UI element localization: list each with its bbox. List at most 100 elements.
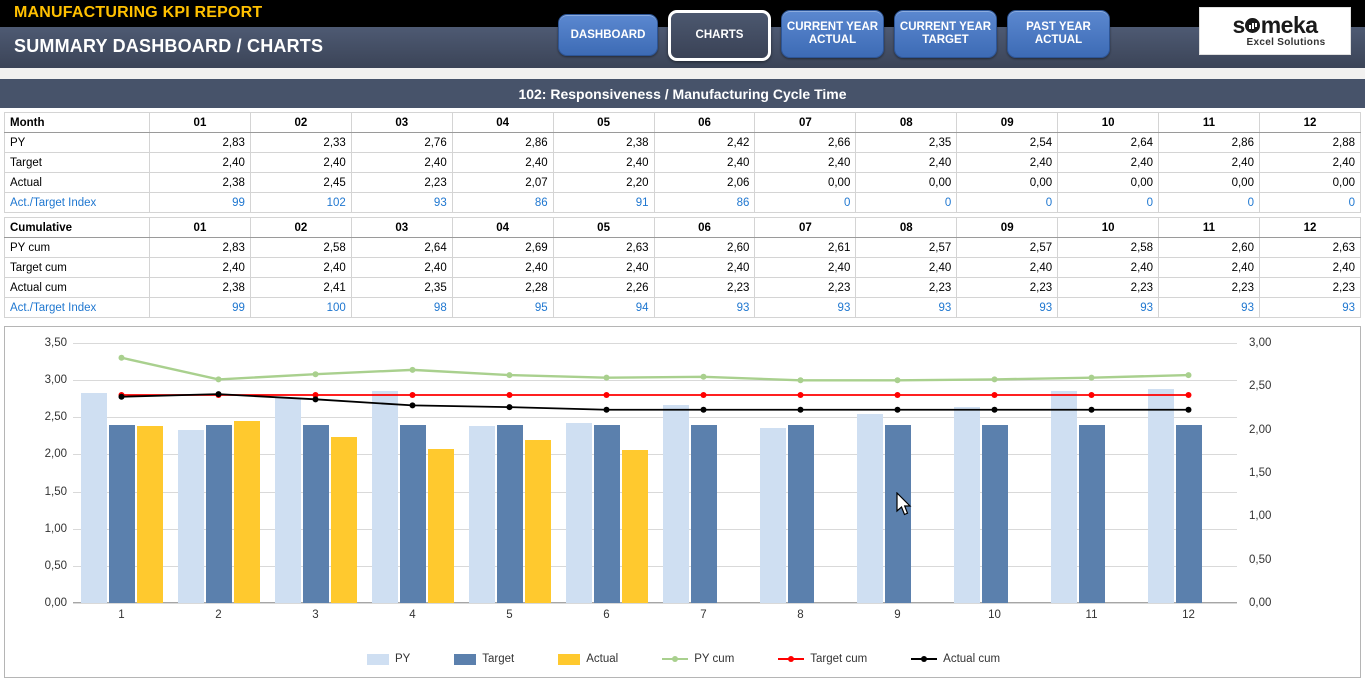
- x-tick-label-8: 8: [797, 609, 803, 621]
- logo-wordmark: smeka: [1232, 14, 1317, 36]
- table-cell: 2,26: [553, 278, 654, 298]
- table-cell: 2,83: [150, 133, 251, 153]
- header-spacer: [0, 68, 1365, 79]
- right-axis-tick: 0,50: [1241, 554, 1301, 566]
- table-cell: 93: [1259, 298, 1360, 318]
- legend-line-icon: [911, 654, 937, 664]
- nav-button-past-year-actual[interactable]: PAST YEAR ACTUAL: [1007, 10, 1110, 58]
- legend-item-py[interactable]: PY: [367, 653, 410, 665]
- table-row: Target2,402,402,402,402,402,402,402,402,…: [5, 153, 1361, 173]
- line-actual-cum: [122, 394, 1189, 410]
- main-navigation: DASHBOARD CHARTS CURRENT YEAR ACTUAL CUR…: [558, 10, 1110, 61]
- table-row: Actual cum2,382,412,352,282,262,232,232,…: [5, 278, 1361, 298]
- legend-item-actual-cum[interactable]: Actual cum: [911, 653, 1000, 665]
- marker-actual-cum-8: [798, 407, 804, 413]
- nav-button-charts[interactable]: CHARTS: [668, 10, 771, 61]
- marker-py-cum-11: [1089, 375, 1095, 381]
- chart-legend: PY Target Actual PY cum Target cum Actual cum: [5, 653, 1362, 665]
- left-axis-tick: 1,50: [7, 486, 67, 498]
- column-header-01: 01: [150, 218, 251, 238]
- table-cell: 2,28: [452, 278, 553, 298]
- marker-actual-cum-1: [119, 394, 125, 400]
- table-cell: 2,40: [654, 153, 755, 173]
- marker-actual-cum-7: [701, 407, 707, 413]
- table-cell: 2,40: [755, 153, 856, 173]
- table-cell: 2,23: [957, 278, 1058, 298]
- legend-line-icon: [662, 654, 688, 664]
- table-cell: 0: [856, 193, 957, 213]
- table-cell: 2,60: [1159, 238, 1260, 258]
- table-corner-label: Month: [5, 113, 150, 133]
- marker-actual-cum-9: [895, 407, 901, 413]
- table-cell: 2,40: [957, 153, 1058, 173]
- column-header-06: 06: [654, 113, 755, 133]
- x-tick-label-10: 10: [988, 609, 1001, 621]
- left-axis-tick: 0,50: [7, 560, 67, 572]
- x-tick-label-3: 3: [312, 609, 318, 621]
- left-axis-tick: 3,00: [7, 374, 67, 386]
- table-row: Act./Target Index9910293869186000000: [5, 193, 1361, 213]
- table-cell: 2,41: [250, 278, 351, 298]
- page-title: SUMMARY DASHBOARD / CHARTS: [14, 36, 323, 57]
- table-cell: 2,35: [856, 133, 957, 153]
- table-cell: 0,00: [1058, 173, 1159, 193]
- column-header-03: 03: [351, 218, 452, 238]
- marker-py-cum-10: [992, 376, 998, 382]
- row-label: Target cum: [5, 258, 150, 278]
- nav-button-current-year-target[interactable]: CURRENT YEAR TARGET: [894, 10, 997, 58]
- table-cell: 2,40: [553, 153, 654, 173]
- legend-item-target[interactable]: Target: [454, 653, 514, 665]
- table-cell: 2,40: [452, 153, 553, 173]
- column-header-12: 12: [1259, 218, 1360, 238]
- column-header-02: 02: [250, 113, 351, 133]
- table-cell: 2,23: [351, 173, 452, 193]
- row-label: PY: [5, 133, 150, 153]
- marker-py-cum-12: [1186, 372, 1192, 378]
- table-cell: 0: [755, 193, 856, 213]
- table-cell: 2,23: [654, 278, 755, 298]
- table-cell: 95: [452, 298, 553, 318]
- logo-tagline: Excel Solutions: [1247, 37, 1326, 48]
- column-header-07: 07: [755, 113, 856, 133]
- chart-plot-area: [73, 343, 1237, 603]
- x-tick-label-11: 11: [1086, 609, 1098, 621]
- table-cell: 2,57: [856, 238, 957, 258]
- legend-item-actual[interactable]: Actual: [558, 653, 618, 665]
- table-cell: 2,38: [150, 173, 251, 193]
- legend-swatch-icon: [367, 654, 389, 665]
- table-cell: 93: [957, 298, 1058, 318]
- column-header-09: 09: [957, 218, 1058, 238]
- marker-py-cum-2: [216, 376, 222, 382]
- marker-target-cum-5: [507, 392, 513, 398]
- table-corner-label: Cumulative: [5, 218, 150, 238]
- table-header-row: Cumulative010203040506070809101112: [5, 218, 1361, 238]
- marker-actual-cum-10: [992, 407, 998, 413]
- table-cell: 2,40: [1159, 153, 1260, 173]
- nav-button-dashboard[interactable]: DASHBOARD: [558, 14, 658, 56]
- table-header-row: Month010203040506070809101112: [5, 113, 1361, 133]
- column-header-07: 07: [755, 218, 856, 238]
- nav-button-current-year-actual[interactable]: CURRENT YEAR ACTUAL: [781, 10, 884, 58]
- table-cell: 2,83: [150, 238, 251, 258]
- marker-py-cum-9: [895, 377, 901, 383]
- legend-item-target-cum[interactable]: Target cum: [778, 653, 867, 665]
- row-label: Act./Target Index: [5, 193, 150, 213]
- table-cell: 86: [654, 193, 755, 213]
- table-cell: 0,00: [1159, 173, 1260, 193]
- table-row: Act./Target Index99100989594939393939393…: [5, 298, 1361, 318]
- table-cell: 100: [250, 298, 351, 318]
- table-cell: 0: [1058, 193, 1159, 213]
- report-brand-title: MANUFACTURING KPI REPORT: [14, 4, 262, 22]
- table-cell: 94: [553, 298, 654, 318]
- right-axis-tick: 3,00: [1241, 337, 1301, 349]
- table-cell: 2,40: [351, 153, 452, 173]
- marker-py-cum-7: [701, 374, 707, 380]
- legend-item-py-cum[interactable]: PY cum: [662, 653, 734, 665]
- column-header-08: 08: [856, 113, 957, 133]
- column-header-08: 08: [856, 218, 957, 238]
- table-cell: 2,38: [553, 133, 654, 153]
- column-header-11: 11: [1159, 113, 1260, 133]
- cumulative-data-table: Cumulative010203040506070809101112PY cum…: [4, 217, 1361, 318]
- column-header-06: 06: [654, 218, 755, 238]
- table-cell: 99: [150, 193, 251, 213]
